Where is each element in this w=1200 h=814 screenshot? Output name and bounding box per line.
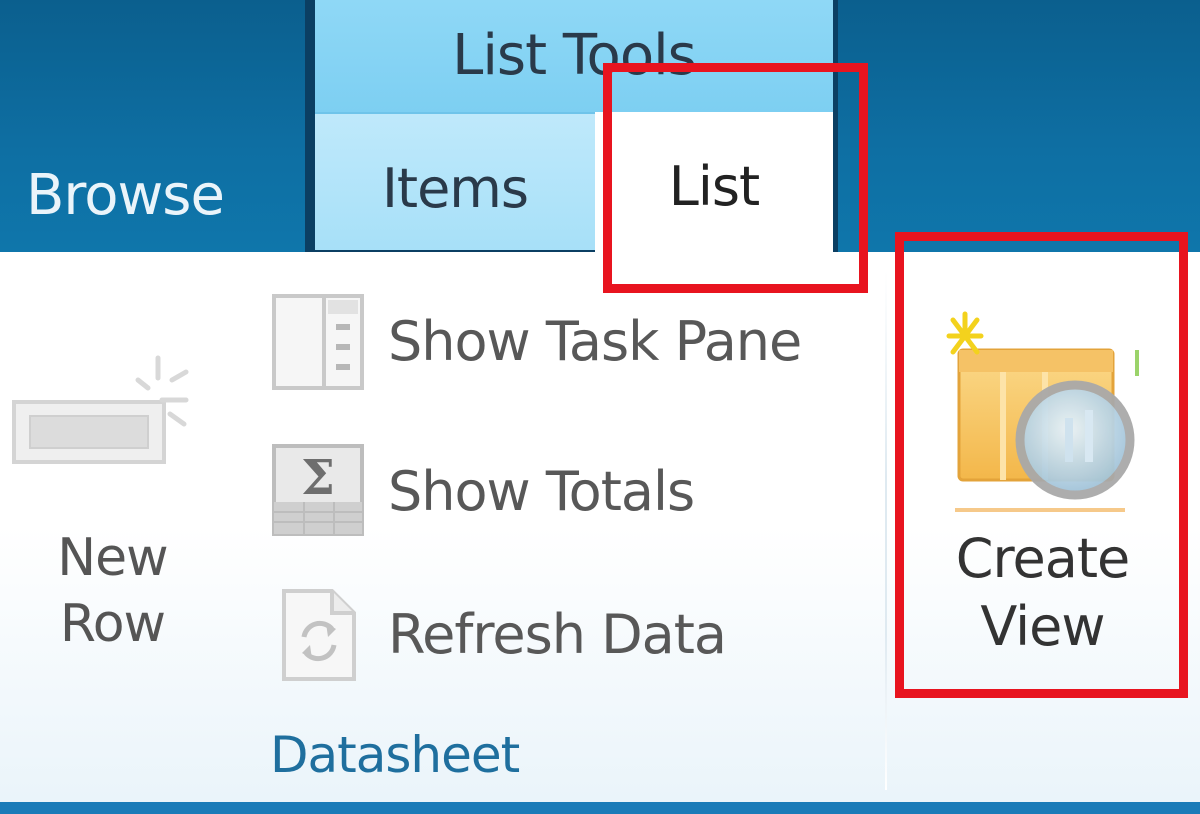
show-task-pane-label: Show Task Pane: [388, 310, 802, 373]
show-totals-label: Show Totals: [388, 460, 695, 523]
new-row-label: New Row: [0, 525, 225, 657]
ribbon-bottom-border: [0, 802, 1200, 814]
tab-browse[interactable]: Browse: [0, 150, 305, 250]
datasheet-group-label: Datasheet: [270, 726, 520, 784]
refresh-data-label: Refresh Data: [388, 603, 727, 666]
tab-items[interactable]: Items: [315, 112, 595, 250]
totals-sigma-icon: Σ: [272, 444, 364, 536]
show-task-pane-button[interactable]: Show Task Pane: [270, 292, 870, 392]
ribbon: Browse List Tools Items List New Row Sho…: [0, 0, 1200, 814]
refresh-data-button[interactable]: Refresh Data: [270, 585, 870, 685]
svg-text:Σ: Σ: [301, 450, 335, 506]
new-row-icon: [12, 355, 189, 464]
refresh-icon: [282, 589, 356, 681]
group-separator: [885, 270, 887, 790]
show-totals-button[interactable]: Σ Show Totals: [270, 442, 870, 542]
new-row-label-line2: Row: [59, 594, 166, 654]
task-pane-icon: [272, 294, 364, 390]
new-row-label-line1: New: [57, 528, 168, 588]
list-tab-highlight-box: [603, 63, 868, 293]
create-view-highlight-box: [895, 232, 1188, 698]
new-row-button[interactable]: New Row: [0, 340, 225, 690]
